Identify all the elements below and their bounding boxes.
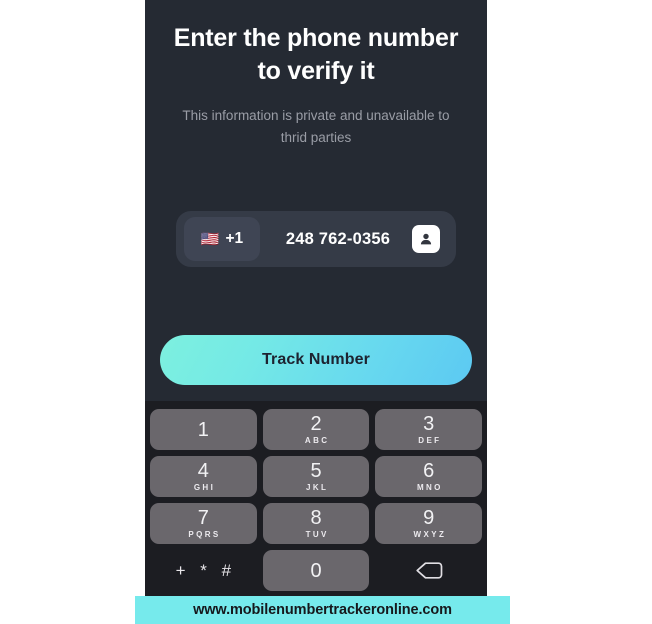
key-digit: 1 bbox=[197, 418, 209, 441]
key-4[interactable]: 4 GHI bbox=[150, 456, 257, 497]
key-9[interactable]: 9 WXYZ bbox=[375, 503, 483, 544]
key-digit: 7 bbox=[197, 507, 209, 529]
key-5[interactable]: 5 JKL bbox=[262, 456, 370, 497]
watermark-url: www.mobilenumbertrackeronline.com bbox=[193, 602, 452, 618]
key-digit: 2 bbox=[310, 413, 322, 435]
numeric-keypad: 1 2 ABC 3 DEF 4 GHI 5 JKL 6 MNO 7 PQRS 8… bbox=[145, 401, 487, 624]
key-letters: WXYZ bbox=[413, 530, 447, 539]
header-block: Enter the phone number to verify it This… bbox=[145, 0, 487, 150]
phone-number-input-row[interactable]: 🇺🇸 +1 248 762-0356 bbox=[176, 211, 456, 267]
key-letters: GHI bbox=[193, 483, 216, 492]
key-letters: TUV bbox=[305, 530, 329, 539]
country-code-label: +1 bbox=[225, 230, 244, 247]
key-3[interactable]: 3 DEF bbox=[375, 409, 483, 450]
key-digit: 8 bbox=[310, 507, 322, 529]
keypad-row-bottom: + * # 0 bbox=[150, 550, 482, 591]
key-letters: MNO bbox=[416, 483, 443, 492]
key-digit: 5 bbox=[310, 460, 322, 482]
page-title: Enter the phone number to verify it bbox=[173, 24, 459, 85]
keypad-row: 4 GHI 5 JKL 6 MNO bbox=[150, 456, 483, 497]
key-digit: 6 bbox=[423, 460, 435, 482]
key-8[interactable]: 8 TUV bbox=[262, 503, 370, 544]
key-letters: ABC bbox=[304, 436, 330, 445]
keypad-row: 1 2 ABC 3 DEF bbox=[150, 409, 483, 450]
key-digit: 3 bbox=[423, 413, 435, 435]
key-6[interactable]: 6 MNO bbox=[375, 456, 483, 497]
key-symbols[interactable]: + * # bbox=[150, 550, 257, 591]
key-2[interactable]: 2 ABC bbox=[262, 409, 370, 450]
key-digit: 9 bbox=[423, 507, 435, 529]
key-digit: 0 bbox=[310, 559, 322, 582]
country-code-selector[interactable]: 🇺🇸 +1 bbox=[184, 217, 260, 261]
us-flag-icon: 🇺🇸 bbox=[200, 230, 220, 248]
key-0[interactable]: 0 bbox=[262, 550, 370, 591]
track-number-button[interactable]: Track Number bbox=[160, 335, 472, 385]
keypad-row: 7 PQRS 8 TUV 9 WXYZ bbox=[150, 503, 483, 544]
backspace-icon[interactable] bbox=[375, 550, 482, 591]
privacy-subtitle: This information is private and unavaila… bbox=[182, 108, 450, 146]
key-7[interactable]: 7 PQRS bbox=[150, 503, 257, 544]
key-digit: 4 bbox=[197, 460, 209, 482]
watermark-banner: www.mobilenumbertrackeronline.com bbox=[135, 596, 510, 624]
phone-number-field[interactable]: 248 762-0356 bbox=[260, 230, 412, 249]
key-letters: JKL bbox=[306, 483, 329, 492]
contact-person-icon[interactable] bbox=[412, 225, 440, 253]
phone-app-screen: Enter the phone number to verify it This… bbox=[145, 0, 487, 624]
key-letters: DEF bbox=[418, 436, 442, 445]
key-letters: PQRS bbox=[188, 530, 221, 539]
key-symbols-label: + * # bbox=[175, 561, 237, 580]
key-1[interactable]: 1 bbox=[150, 409, 257, 450]
